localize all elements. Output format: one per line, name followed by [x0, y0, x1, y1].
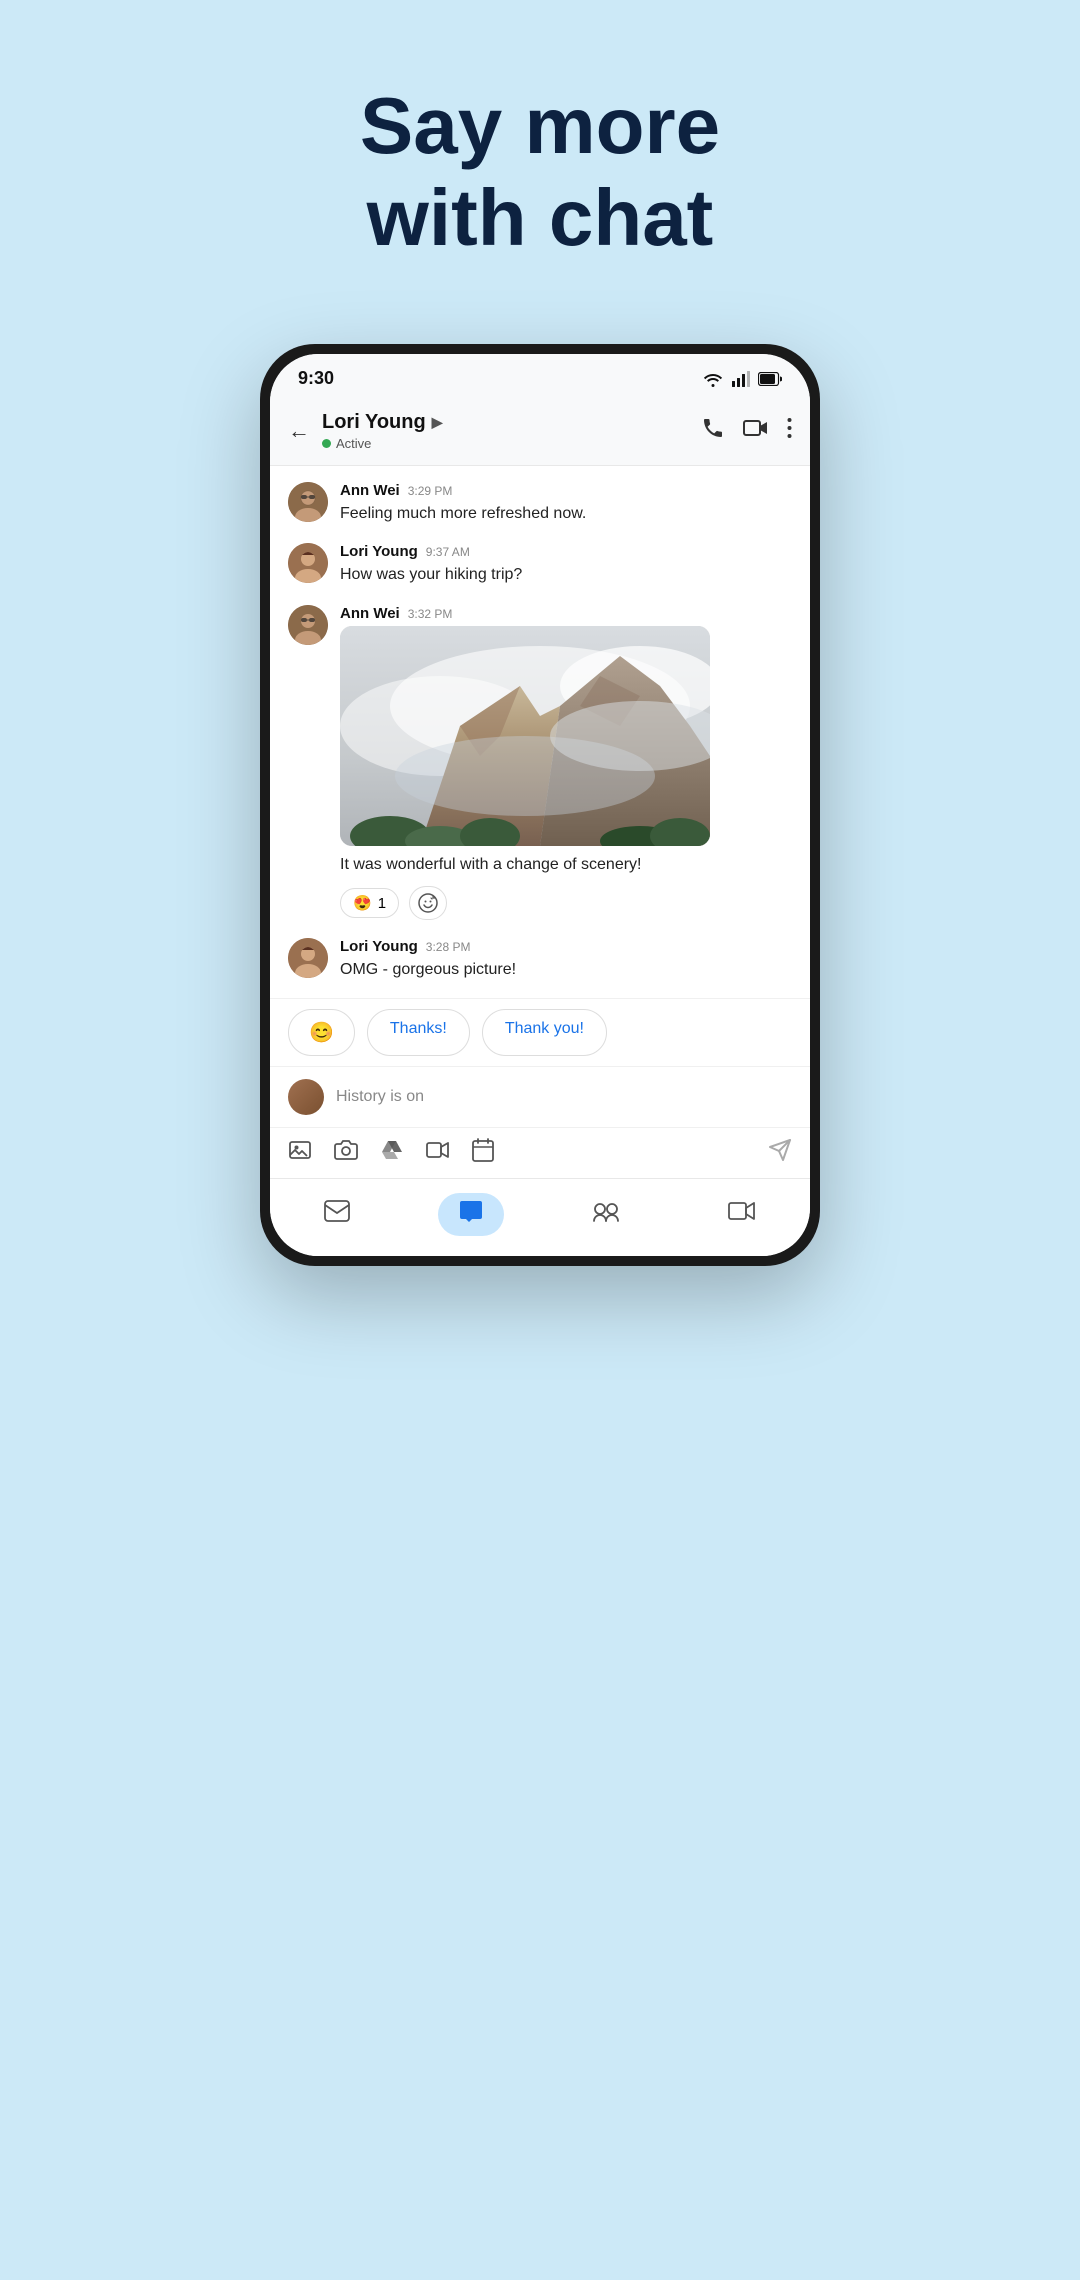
- message-content: Lori Young 3:28 PM OMG - gorgeous pictur…: [340, 938, 792, 981]
- hero-line1: Say more: [360, 80, 720, 172]
- chat-header: ← Lori Young ▶ Active: [270, 397, 810, 466]
- avatar: [288, 605, 328, 645]
- sender-name: Lori Young: [340, 938, 418, 955]
- quick-reply-emoji[interactable]: 😊: [288, 1009, 355, 1056]
- message-content: Ann Wei 3:29 PM Feeling much more refres…: [340, 482, 792, 525]
- hero-line2: with chat: [360, 172, 720, 264]
- toolbar: [270, 1127, 810, 1178]
- phone-screen: 9:30: [270, 354, 810, 1256]
- status-time: 9:30: [298, 368, 334, 389]
- sender-name: Ann Wei: [340, 482, 400, 499]
- calendar-button[interactable]: [472, 1138, 494, 1168]
- bottom-nav: [270, 1178, 810, 1256]
- image-attach-button[interactable]: [288, 1138, 312, 1168]
- sender-name: Lori Young: [340, 543, 418, 560]
- nav-item-mail[interactable]: [304, 1194, 370, 1235]
- message-row: Lori Young 9:37 AM How was your hiking t…: [288, 543, 792, 586]
- chat-area: Ann Wei 3:29 PM Feeling much more refres…: [270, 466, 810, 998]
- message-row: Ann Wei 3:29 PM Feeling much more refres…: [288, 482, 792, 525]
- contact-status: Active: [322, 436, 689, 451]
- message-row: Lori Young 3:28 PM OMG - gorgeous pictur…: [288, 938, 792, 981]
- status-icons: [702, 371, 782, 387]
- message-text: Feeling much more refreshed now.: [340, 503, 792, 525]
- meet-icon: [728, 1200, 756, 1229]
- send-button[interactable]: [768, 1138, 792, 1168]
- camera-button[interactable]: [334, 1138, 358, 1168]
- quick-reply-thanks[interactable]: Thanks!: [367, 1009, 470, 1056]
- status-bar: 9:30: [270, 354, 810, 397]
- message-row: Ann Wei 3:32 PM: [288, 605, 792, 920]
- avatar: [288, 543, 328, 583]
- message-time: 3:28 PM: [426, 940, 471, 954]
- status-dot-indicator: [322, 439, 331, 448]
- phone-call-button[interactable]: [701, 416, 725, 446]
- reaction-emoji: 😍: [353, 894, 372, 912]
- history-text: History is on: [336, 1088, 424, 1106]
- chat-icon: [458, 1199, 484, 1230]
- input-avatar: [288, 1079, 324, 1115]
- back-button[interactable]: ←: [288, 418, 310, 444]
- video-attach-button[interactable]: [426, 1138, 450, 1168]
- contact-info: Lori Young ▶ Active: [322, 411, 689, 451]
- nav-item-spaces[interactable]: [572, 1193, 640, 1236]
- signal-icon: [732, 371, 750, 387]
- message-content: Ann Wei 3:32 PM: [340, 605, 792, 920]
- message-meta: Ann Wei 3:32 PM: [340, 605, 792, 622]
- avatar: [288, 482, 328, 522]
- reaction-pill[interactable]: 😍 1: [340, 888, 399, 918]
- toolbar-icons: [288, 1138, 748, 1168]
- contact-name-arrow: ▶: [432, 414, 443, 431]
- mail-icon: [324, 1200, 350, 1229]
- hero-section: Say more with chat: [360, 80, 720, 264]
- avatar: [288, 938, 328, 978]
- history-bar: History is on: [270, 1066, 810, 1127]
- message-meta: Lori Young 3:28 PM: [340, 938, 792, 955]
- message-time: 3:29 PM: [408, 484, 453, 498]
- message-text: It was wonderful with a change of scener…: [340, 854, 792, 876]
- phone-wrapper: 9:30: [260, 344, 820, 1266]
- wifi-icon: [702, 371, 724, 387]
- nav-item-chat[interactable]: [438, 1193, 504, 1236]
- message-image: [340, 626, 710, 846]
- message-text: How was your hiking trip?: [340, 564, 792, 586]
- spaces-icon: [592, 1199, 620, 1230]
- nav-item-meet[interactable]: [708, 1194, 776, 1235]
- message-content: Lori Young 9:37 AM How was your hiking t…: [340, 543, 792, 586]
- message-meta: Lori Young 9:37 AM: [340, 543, 792, 560]
- quick-reply-thankyou[interactable]: Thank you!: [482, 1009, 607, 1056]
- battery-icon: [758, 372, 782, 386]
- add-reaction-button[interactable]: [409, 886, 447, 920]
- message-meta: Ann Wei 3:29 PM: [340, 482, 792, 499]
- sender-name: Ann Wei: [340, 605, 400, 622]
- header-actions: [701, 416, 792, 446]
- drive-button[interactable]: [380, 1138, 404, 1168]
- message-time: 9:37 AM: [426, 545, 470, 559]
- message-text: OMG - gorgeous picture!: [340, 959, 792, 981]
- reaction-count: 1: [378, 895, 386, 912]
- reactions: 😍 1: [340, 886, 792, 920]
- more-options-button[interactable]: [787, 417, 792, 445]
- video-call-button[interactable]: [743, 416, 769, 446]
- quick-replies: 😊 Thanks! Thank you!: [270, 998, 810, 1066]
- message-time: 3:32 PM: [408, 607, 453, 621]
- contact-name[interactable]: Lori Young ▶: [322, 411, 689, 434]
